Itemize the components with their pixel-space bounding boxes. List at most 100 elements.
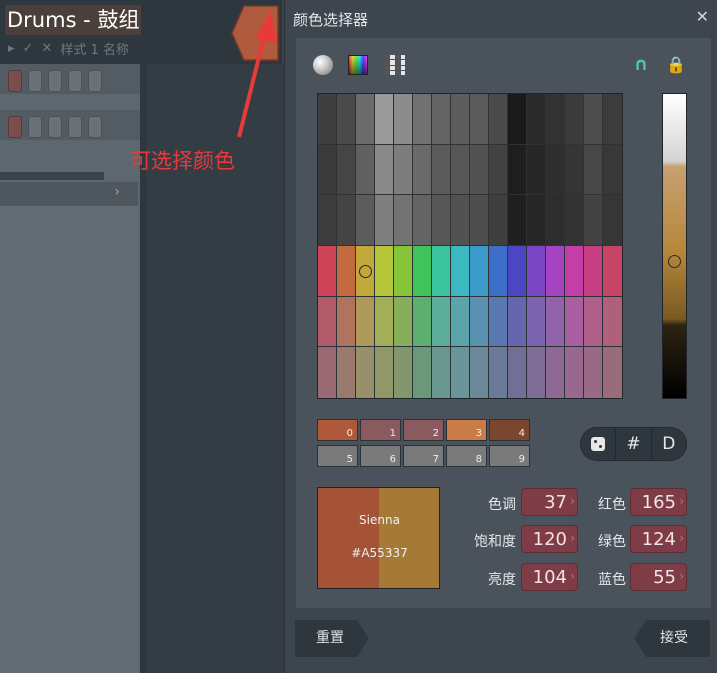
palette-swatch[interactable] [375,195,394,246]
palette-swatch[interactable] [318,94,337,145]
palette-swatch[interactable] [413,246,432,297]
palette-swatch[interactable] [584,296,603,348]
palette-swatch[interactable] [432,347,451,398]
palette-swatch[interactable] [394,347,413,398]
palette-swatch[interactable] [470,347,489,398]
sphere-icon[interactable] [313,55,333,75]
red-input[interactable]: 165 [630,488,687,516]
close-icon[interactable]: ✕ [696,7,709,26]
palette-swatch[interactable] [546,144,565,196]
palette-swatch[interactable] [527,144,546,196]
palette-swatch[interactable] [470,144,489,196]
recent-swatch[interactable]: 0 [317,419,358,441]
step-button[interactable] [68,116,82,138]
palette-swatch[interactable] [527,296,546,348]
recent-swatch[interactable]: 4 [489,419,530,441]
palette-swatch[interactable] [565,246,584,297]
blue-input[interactable]: 55 [630,563,687,591]
step-button[interactable] [68,70,82,92]
palette-swatch[interactable] [508,296,527,348]
recent-swatch[interactable]: 2 [403,419,444,441]
recent-swatch[interactable]: 5 [317,445,358,467]
palette-swatch[interactable] [432,94,451,145]
palette-swatch[interactable] [432,296,451,348]
palette-swatch[interactable] [375,296,394,348]
palette-swatch[interactable] [584,347,603,398]
palette-swatch[interactable] [565,347,584,398]
lock-icon[interactable]: 🔒 [666,55,686,75]
palette-swatch[interactable] [413,296,432,348]
palette-swatch[interactable] [394,144,413,196]
palette-swatch[interactable] [375,347,394,398]
step-button[interactable] [8,116,22,138]
palette-swatch[interactable] [546,94,565,145]
recent-swatch[interactable]: 3 [446,419,487,441]
palette-swatch[interactable] [451,246,470,297]
step-button[interactable] [28,116,42,138]
expand-arrow-icon[interactable]: ▸ [8,41,15,56]
palette-swatch[interactable] [337,296,356,348]
recent-swatch[interactable]: 6 [360,445,401,467]
palette-swatch[interactable] [318,347,337,398]
random-color-button[interactable] [581,428,615,460]
palette-swatch[interactable] [470,296,489,348]
step-button[interactable] [48,70,62,92]
palette-swatch[interactable] [603,144,622,196]
palette-swatch[interactable] [603,94,622,145]
palette-swatch[interactable] [489,94,508,145]
palette-swatch[interactable] [603,246,622,297]
palette-swatch[interactable] [489,195,508,246]
default-button[interactable]: D [650,428,686,460]
palette-swatch[interactable] [508,246,527,297]
palette-swatch[interactable] [489,246,508,297]
palette-swatch[interactable] [508,144,527,196]
palette-swatch[interactable] [470,246,489,297]
palette-swatch[interactable] [565,94,584,145]
palette-swatch[interactable] [451,94,470,145]
palette-swatch[interactable] [546,195,565,246]
palette-swatch[interactable] [527,195,546,246]
palette-swatch[interactable] [603,195,622,246]
spectrum-icon[interactable] [348,55,368,75]
green-input[interactable]: 124 [630,525,687,553]
step-button[interactable] [88,70,102,92]
palette-swatch[interactable] [413,195,432,246]
shade-slider[interactable] [662,93,687,399]
palette-swatch[interactable] [565,195,584,246]
palette-swatch[interactable] [337,347,356,398]
shade-slider-handle[interactable] [668,254,681,268]
hex-button[interactable]: # [615,428,650,460]
palette-swatch[interactable] [584,144,603,196]
palette-swatch[interactable] [546,296,565,348]
palette-swatch[interactable] [413,347,432,398]
palette-swatch[interactable] [489,144,508,196]
palette-swatch[interactable] [451,144,470,196]
recent-swatch[interactable]: 8 [446,445,487,467]
palette-swatch[interactable] [413,94,432,145]
original-color-preview[interactable] [378,488,439,588]
palette-swatch[interactable] [356,296,375,348]
reset-button[interactable]: 重置 [295,620,369,657]
palette-swatch[interactable] [432,246,451,297]
palette-swatch[interactable] [603,347,622,398]
magnet-icon[interactable]: ∩ [631,55,651,75]
palette-swatch[interactable] [318,195,337,246]
palette-swatch[interactable] [394,195,413,246]
palette-swatch[interactable] [470,195,489,246]
palette-swatch[interactable] [318,246,337,297]
palette-swatch[interactable] [451,195,470,246]
rack-scrollbar[interactable] [0,172,104,180]
palette-swatch[interactable] [375,246,394,297]
palette-swatch[interactable] [584,195,603,246]
accept-button[interactable]: 接受 [634,620,710,657]
grid-palette-icon[interactable] [385,55,405,75]
palette-swatch[interactable] [337,144,356,196]
palette-swatch[interactable] [508,94,527,145]
check-icon[interactable]: ✓ [23,41,34,56]
color-palette-grid[interactable] [317,93,623,399]
palette-swatch[interactable] [413,144,432,196]
palette-swatch[interactable] [356,347,375,398]
palette-swatch[interactable] [375,94,394,145]
palette-swatch[interactable] [603,296,622,348]
palette-swatch[interactable] [356,144,375,196]
